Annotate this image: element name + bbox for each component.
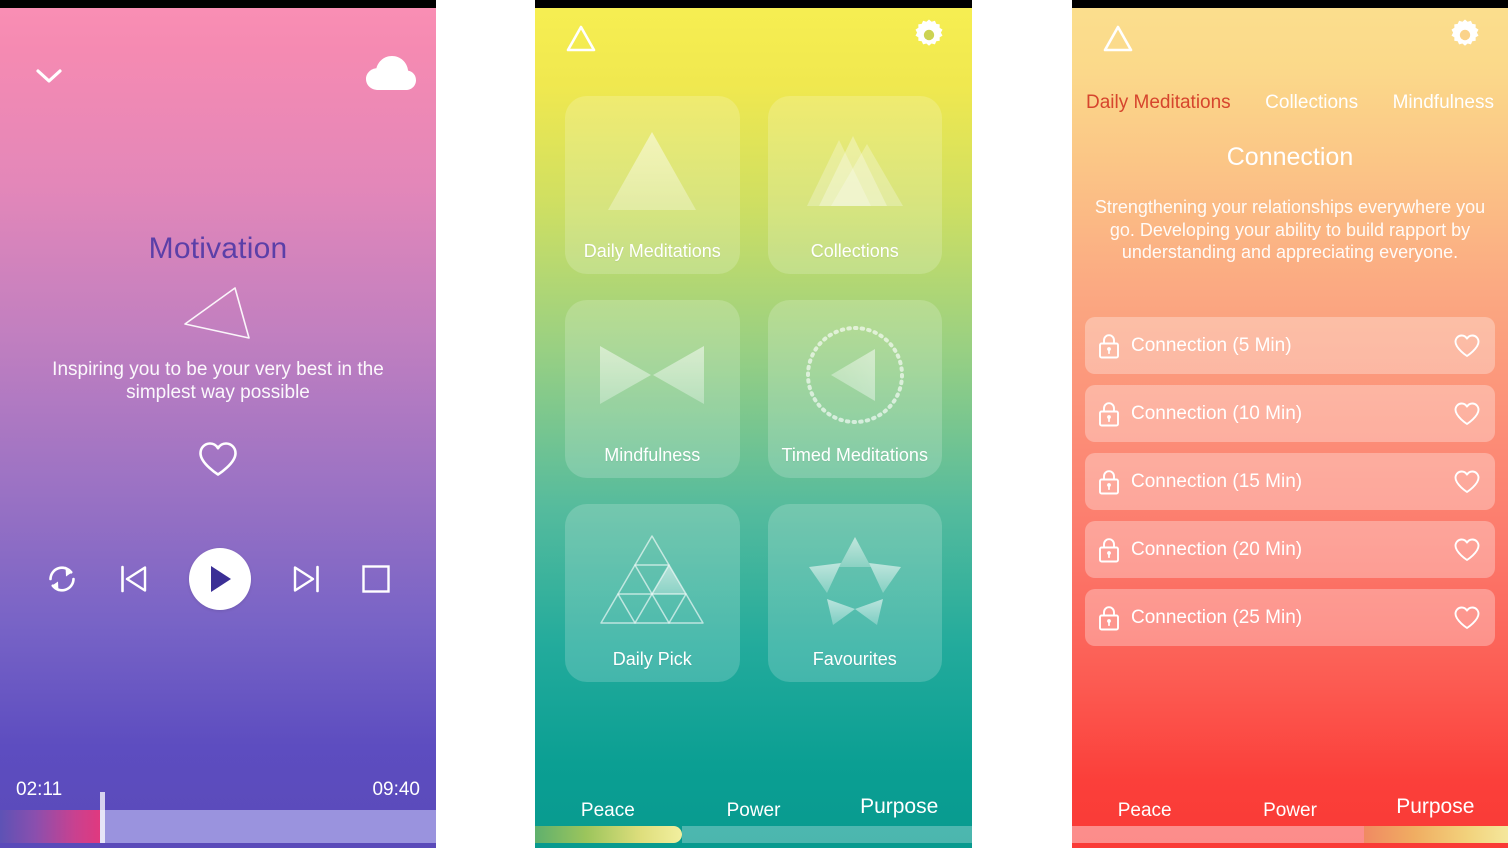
tile-label: Favourites — [812, 649, 897, 669]
nav-item-purpose[interactable]: Purpose — [1363, 795, 1508, 819]
home-nav-indicator — [535, 826, 972, 843]
tab-collections[interactable]: Collections — [1265, 92, 1358, 114]
nav-item-power[interactable]: Power — [681, 800, 827, 822]
list-item-label: Connection (10 Min) — [1131, 402, 1303, 424]
tab-mindfulness[interactable]: Mindfulness — [1393, 92, 1494, 114]
nav-indicator-track — [681, 826, 972, 843]
triangle-outline-icon — [0, 280, 436, 348]
player-background: Motivation Inspiring you to be your very… — [0, 0, 436, 848]
list-item[interactable]: Connection (5 Min) — [1085, 317, 1495, 374]
status-bar — [535, 0, 972, 8]
category-tabs: Daily Meditations Collections Mindfulnes… — [1072, 92, 1508, 114]
stacked-triangles-icon — [768, 112, 943, 230]
nav-item-power[interactable]: Power — [1217, 800, 1362, 822]
tile-mindfulness[interactable]: Mindfulness — [565, 300, 740, 478]
lock-icon — [1097, 468, 1121, 496]
heart-outline-icon[interactable] — [1453, 401, 1481, 427]
play-icon[interactable] — [188, 548, 251, 610]
player-transport-controls — [0, 548, 436, 610]
home-tile-grid: Daily Meditations Collections Mindfulnes… — [565, 96, 942, 682]
category-title: Connection — [1226, 143, 1354, 171]
tile-collections[interactable]: Collections — [767, 96, 943, 274]
category-description: Strengthening your relationships everywh… — [1094, 197, 1486, 262]
tab-daily-meditations[interactable]: Daily Meditations — [1086, 92, 1231, 114]
player-progress-bar[interactable] — [0, 792, 436, 843]
meditation-list: Connection (5 Min) Connection (10 Min) C… — [1085, 317, 1495, 646]
category-nav-indicator — [1072, 826, 1508, 843]
screenshot-stage: Motivation Inspiring you to be your very… — [0, 0, 1508, 848]
star-triangles-icon — [768, 520, 943, 638]
bowtie-triangles-icon — [565, 316, 740, 434]
tile-favourites[interactable]: Favourites — [767, 504, 943, 682]
repeat-icon[interactable] — [45, 562, 79, 596]
progress-fill — [0, 810, 100, 843]
triangle-outline-icon[interactable] — [565, 24, 597, 59]
player-track-title: Motivation — [148, 232, 288, 265]
home-header — [535, 18, 972, 64]
list-item[interactable]: Connection (10 Min) — [1085, 385, 1495, 442]
cloud-download-icon[interactable] — [364, 52, 418, 98]
player-description: Inspiring you to be your very best in th… — [52, 359, 384, 403]
elapsed-time: 02:11 — [16, 779, 63, 800]
lock-icon — [1097, 536, 1121, 564]
lock-icon — [1097, 332, 1121, 360]
list-item-label: Connection (25 Min) — [1131, 606, 1303, 628]
chevron-down-icon[interactable] — [33, 60, 65, 92]
nav-indicator-active — [535, 826, 682, 843]
triangle-grid-icon — [565, 520, 740, 638]
nav-item-purpose[interactable]: Purpose — [826, 795, 972, 819]
list-item[interactable]: Connection (25 Min) — [1085, 589, 1495, 646]
nav-indicator-track — [1072, 826, 1365, 843]
nav-item-peace[interactable]: Peace — [1072, 800, 1217, 822]
status-bar — [1072, 0, 1508, 8]
player-time-row: 02:11 09:40 — [0, 779, 436, 801]
previous-track-icon[interactable] — [118, 564, 150, 594]
category-bottom-nav: Peace Power Purpose — [1072, 788, 1508, 822]
tile-label: Daily Meditations — [583, 241, 721, 261]
player-screen: Motivation Inspiring you to be your very… — [0, 0, 436, 848]
total-time: 09:40 — [372, 779, 420, 800]
heart-outline-icon[interactable] — [1453, 333, 1481, 359]
status-bar — [0, 0, 436, 8]
stop-icon[interactable] — [361, 564, 391, 594]
lock-icon — [1097, 400, 1121, 428]
triangle-outline-icon[interactable] — [1102, 24, 1134, 59]
list-item-label: Connection (15 Min) — [1131, 470, 1303, 492]
dotted-circle-play-icon — [768, 316, 943, 434]
nav-indicator-active — [1364, 826, 1508, 843]
lock-icon — [1097, 604, 1121, 632]
heart-outline-icon[interactable] — [1453, 605, 1481, 631]
tile-daily-meditations[interactable]: Daily Meditations — [565, 96, 740, 274]
next-track-icon[interactable] — [290, 564, 322, 594]
single-triangle-icon — [565, 112, 740, 230]
home-background: Daily Meditations Collections Mindfulnes… — [535, 0, 972, 848]
gear-icon[interactable] — [912, 18, 946, 57]
category-screen: Daily Meditations Collections Mindfulnes… — [1072, 0, 1508, 848]
progress-handle[interactable] — [99, 792, 105, 843]
tile-label: Timed Meditations — [781, 445, 928, 465]
list-item-label: Connection (20 Min) — [1131, 538, 1303, 560]
heart-outline-icon[interactable] — [1453, 469, 1481, 495]
tile-label: Mindfulness — [604, 445, 701, 465]
player-topbar — [0, 52, 436, 102]
home-bottom-nav: Peace Power Purpose — [535, 788, 972, 822]
list-item[interactable]: Connection (15 Min) — [1085, 453, 1495, 510]
category-background: Daily Meditations Collections Mindfulnes… — [1072, 0, 1508, 848]
gear-icon[interactable] — [1448, 18, 1482, 57]
category-header — [1072, 18, 1508, 64]
heart-outline-icon[interactable] — [0, 440, 436, 478]
nav-item-peace[interactable]: Peace — [535, 800, 681, 822]
tile-label: Daily Pick — [612, 649, 692, 669]
tile-timed-meditations[interactable]: Timed Meditations — [767, 300, 943, 478]
list-item-label: Connection (5 Min) — [1131, 334, 1292, 356]
tile-daily-pick[interactable]: Daily Pick — [565, 504, 740, 682]
list-item[interactable]: Connection (20 Min) — [1085, 521, 1495, 578]
home-screen: Daily Meditations Collections Mindfulnes… — [535, 0, 972, 848]
heart-outline-icon[interactable] — [1453, 537, 1481, 563]
tile-label: Collections — [810, 241, 899, 261]
